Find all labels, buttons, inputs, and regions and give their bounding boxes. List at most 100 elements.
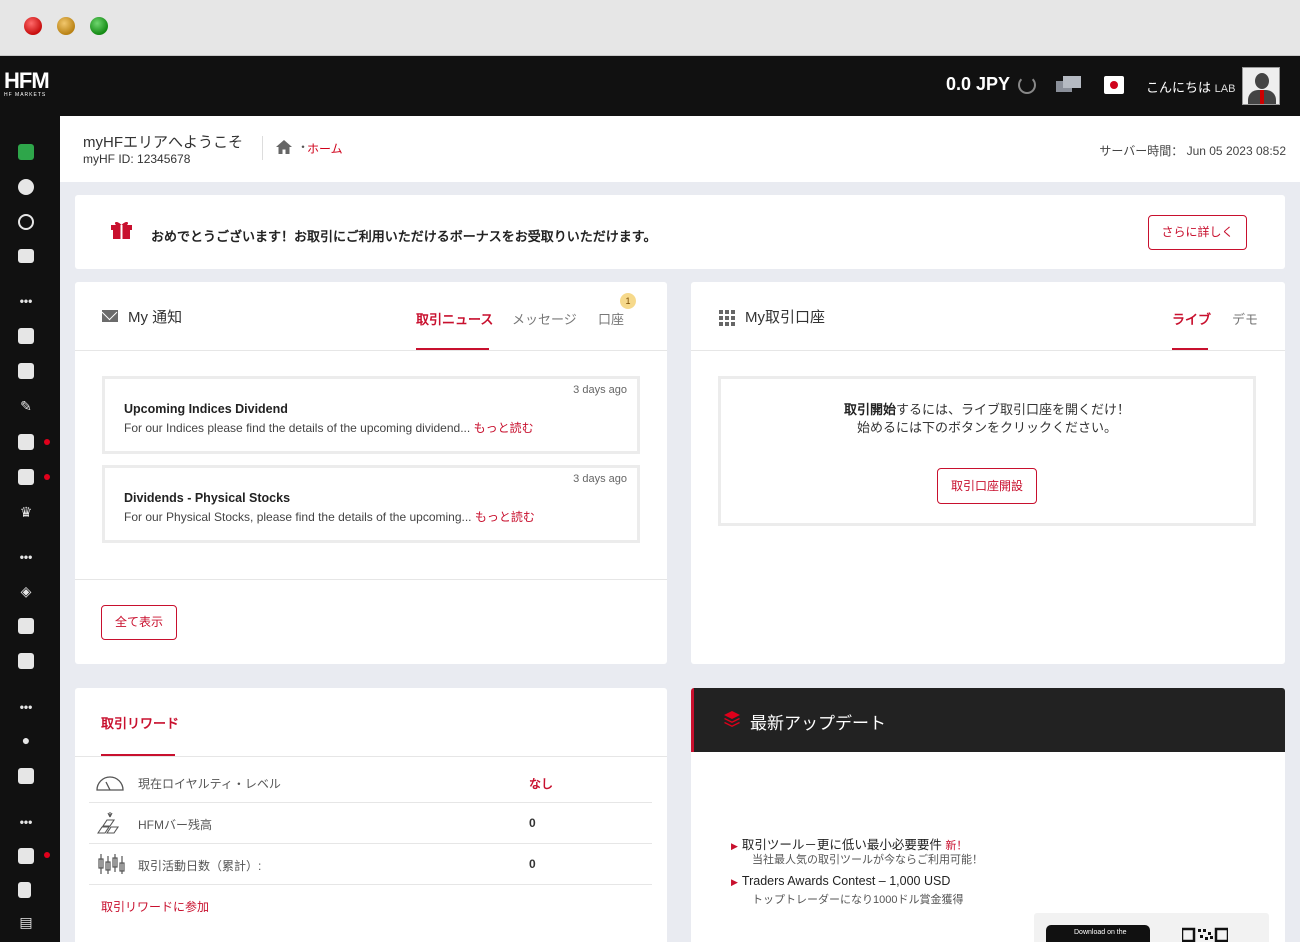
learn-more-button[interactable]: さらに詳しく: [1148, 215, 1247, 250]
notification-dot: [44, 439, 50, 445]
show-all-button[interactable]: 全て表示: [101, 605, 177, 640]
pie-chart-icon[interactable]: [18, 179, 34, 195]
gold-bars-icon: [96, 812, 120, 834]
breadcrumb-home[interactable]: ホーム: [307, 140, 343, 157]
open-account-button[interactable]: 取引口座開設: [937, 468, 1037, 504]
home-icon[interactable]: [276, 140, 292, 154]
account-balance: 0.0 JPY: [946, 74, 1011, 94]
count-badge: 1: [620, 293, 636, 309]
open-account-instruction: 始めるには下のボタンをクリックください。: [856, 420, 1117, 435]
top-bar: HFM HF MARKETS 0.0 JPY こんにちは LAB: [0, 56, 1300, 116]
app-store-strip: Download on the: [1034, 913, 1269, 942]
update-subtitle: 当社最人気の取引ツールが今ならご利用可能！: [752, 854, 983, 866]
japan-flag-icon[interactable]: [1104, 76, 1124, 94]
refresh-icon[interactable]: [1018, 76, 1036, 94]
app-store-badge[interactable]: Download on the: [1046, 925, 1150, 942]
read-more-link[interactable]: もっと読む: [474, 421, 534, 435]
tab-messages[interactable]: メッセージ: [512, 309, 577, 328]
caret-right-icon: ▶: [731, 877, 738, 887]
minimize-window-button[interactable]: [57, 17, 75, 35]
mail-icon: [102, 310, 118, 322]
row-value: 0: [529, 857, 536, 871]
update-item[interactable]: ▶ Traders Awards Contest – 1,000 USD: [731, 874, 950, 888]
news-age: 3 days ago: [573, 384, 627, 396]
user-name: LAB: [1214, 83, 1236, 95]
trading-rewards-card: 取引リワード 現在ロイヤルティ・レベル なし HFMバー残高 0 取引活動日数（…: [75, 688, 667, 942]
gauge-icon: [96, 776, 124, 791]
news-item[interactable]: 3 days ago Dividends - Physical Stocks F…: [102, 465, 640, 543]
tab-demo[interactable]: デモ: [1232, 309, 1258, 328]
open-account-prompt: 取引開始するには、ライブ取引口座を開くだけ！: [721, 399, 1253, 418]
caret-right-icon: ▶: [731, 841, 738, 851]
trophy-icon[interactable]: ♛: [18, 504, 34, 520]
page-title: myHFエリアへようこそ: [83, 134, 243, 151]
avatar[interactable]: [1242, 67, 1280, 105]
divider: [75, 350, 667, 351]
window-titlebar: [0, 0, 1300, 56]
greeting: こんにちは LAB: [1146, 77, 1235, 96]
server-time: サーバー時間： Jun 05 2023 08:52: [1099, 142, 1286, 159]
bonus-message: おめでとうございます！お取引にご利用いただけるボーナスをお受取りいただけます。: [151, 229, 657, 244]
greeting-text: こんにちは: [1146, 80, 1212, 95]
active-days-row: 取引活動日数（累計）: 0: [89, 844, 652, 885]
news-title: Upcoming Indices Dividend: [124, 402, 288, 416]
row-label: HFMバー残高: [138, 818, 212, 832]
myhf-id: myHF ID: 12345678: [83, 152, 190, 166]
copy-icon[interactable]: [18, 882, 31, 898]
hfm-bars-row: HFMバー残高 0: [89, 803, 652, 844]
gift-icon: [111, 221, 132, 239]
candlestick-icon: [98, 854, 125, 874]
rewards-title[interactable]: 取引リワード: [101, 713, 179, 732]
update-title: Traders Awards Contest – 1,000 USD: [741, 874, 951, 888]
news-item[interactable]: 3 days ago Upcoming Indices Dividend For…: [102, 376, 640, 454]
row-value: 0: [529, 816, 536, 830]
news-body: For our Physical Stocks, please find the…: [124, 508, 535, 525]
news-body-text: For our Indices please find the details …: [124, 421, 471, 435]
news-body-text: For our Physical Stocks, please find the…: [124, 510, 472, 524]
chat-icon[interactable]: [1056, 76, 1082, 94]
chat-icon[interactable]: ▤: [18, 914, 34, 930]
calendar-icon[interactable]: [18, 848, 34, 864]
tab-accounts[interactable]: 口座: [598, 309, 624, 328]
tag-icon[interactable]: ✎: [18, 398, 34, 414]
join-rewards-link[interactable]: 取引リワードに参加: [101, 898, 209, 915]
wave-chart-icon[interactable]: [18, 618, 34, 634]
close-window-button[interactable]: [24, 17, 42, 35]
more-icon[interactable]: •••: [18, 549, 34, 565]
tab-live[interactable]: ライブ: [1172, 309, 1211, 328]
latest-updates-card: 最新アップデート ▶ 取引ツール－更に低い最小必要要件 新！ 当社最人気の取引ツー…: [691, 688, 1285, 942]
layers-icon[interactable]: ◈: [18, 583, 34, 599]
divider: [691, 350, 1285, 351]
hfm-logo[interactable]: HFM HF MARKETS: [4, 70, 50, 99]
gift-icon[interactable]: [18, 469, 34, 485]
sidebar: ••• ✎ ♛ ••• ◈ ••• ● ••• ▤: [0, 116, 60, 942]
more-icon[interactable]: •••: [18, 699, 34, 715]
news-title: Dividends - Physical Stocks: [124, 491, 291, 505]
list-icon[interactable]: [18, 434, 34, 450]
user-circle-icon[interactable]: [18, 214, 34, 230]
wave-chart-icon[interactable]: [18, 653, 34, 669]
news-age: 3 days ago: [573, 473, 627, 485]
myhf-id-label: myHF ID:: [83, 152, 134, 166]
grid-icon[interactable]: [18, 328, 34, 344]
notification-dot: [44, 474, 50, 480]
wallet-icon[interactable]: [18, 144, 34, 160]
chart-icon[interactable]: [18, 363, 34, 379]
more-icon[interactable]: •••: [18, 814, 34, 830]
person-icon[interactable]: ●: [18, 732, 34, 748]
more-icon[interactable]: •••: [18, 293, 34, 309]
prompt-emphasis: 取引開始: [843, 402, 896, 417]
row-label: 取引活動日数（累計）:: [138, 859, 262, 873]
maximize-window-button[interactable]: [90, 17, 108, 35]
divider: [75, 579, 667, 580]
divider: [75, 756, 667, 757]
loyalty-level-row: 現在ロイヤルティ・レベル なし: [89, 762, 652, 803]
tab-trading-news[interactable]: 取引ニュース: [416, 309, 493, 328]
row-value: なし: [529, 777, 554, 791]
card-icon[interactable]: [18, 249, 34, 263]
notifications-card: My 通知 取引ニュース メッセージ 口座 1 3 days ago Upcom…: [75, 282, 667, 664]
update-subtitle: トップトレーダーになり1000ドル賞金獲得: [752, 894, 964, 906]
document-icon[interactable]: [18, 768, 34, 784]
read-more-link[interactable]: もっと読む: [475, 510, 535, 524]
updates-header: 最新アップデート: [691, 688, 1285, 752]
